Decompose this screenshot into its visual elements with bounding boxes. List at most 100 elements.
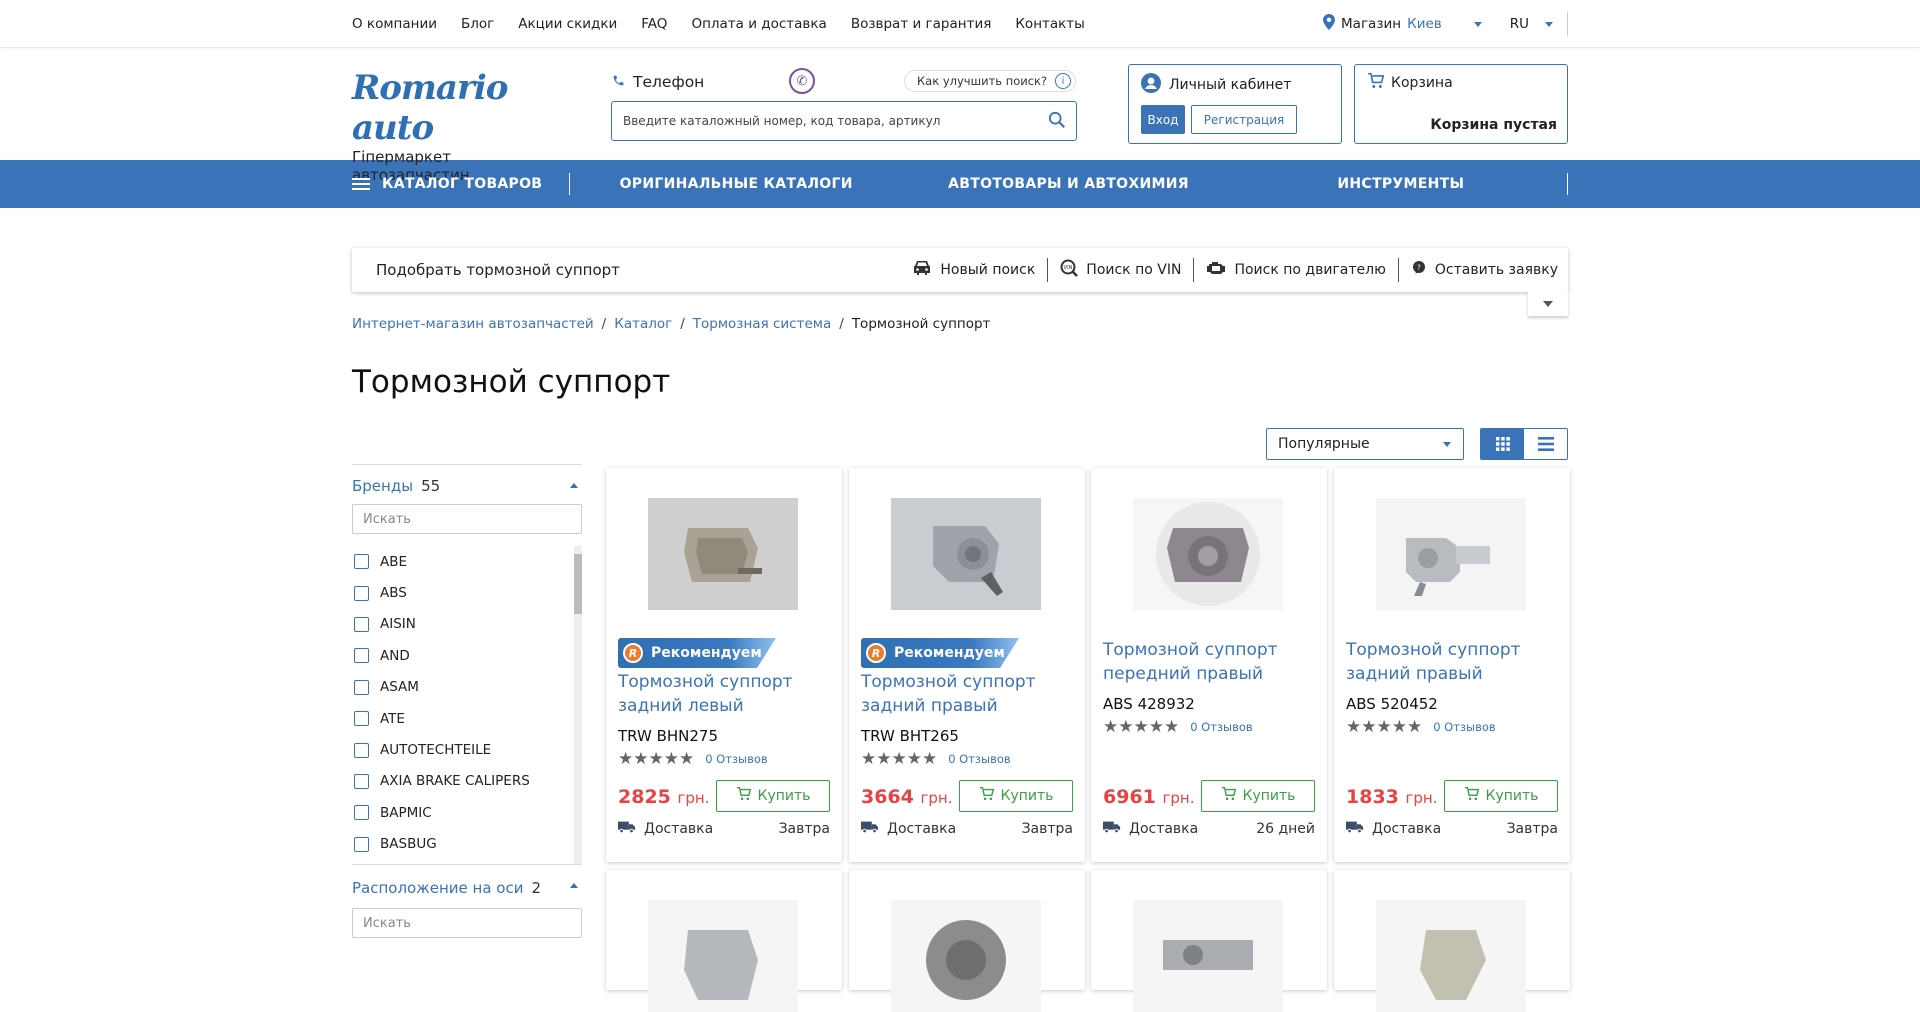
list-view-button[interactable]	[1524, 429, 1567, 459]
register-button[interactable]: Регистрация	[1191, 105, 1297, 134]
product-image[interactable]	[891, 900, 1041, 1012]
brand-option[interactable]: BASBUG	[352, 829, 582, 860]
checkbox[interactable]	[354, 679, 369, 695]
breadcrumb-home[interactable]: Интернет-магазин автозапчастей	[352, 316, 594, 332]
store-selector[interactable]: Магазин Киев	[1323, 14, 1496, 34]
cart-box[interactable]: Корзина Корзина пустая	[1354, 64, 1568, 144]
search-icon[interactable]	[1048, 111, 1066, 133]
cart-icon	[1221, 786, 1237, 805]
product-image[interactable]	[891, 498, 1041, 610]
vin-search-button[interactable]: VIN Поиск по VIN	[1048, 258, 1195, 282]
viber-icon[interactable]: ✆	[789, 68, 815, 94]
axis-filter-label: Расположение на оси	[352, 879, 524, 897]
brand-option[interactable]: AXIA BRAKE CALIPERS	[352, 766, 582, 797]
top-link-payment[interactable]: Оплата и доставка	[691, 16, 826, 32]
product-image[interactable]	[1133, 498, 1283, 610]
top-link-about[interactable]: О компании	[352, 16, 437, 32]
breadcrumb-catalog[interactable]: Каталог	[614, 316, 672, 332]
checkbox[interactable]	[354, 836, 369, 852]
top-link-returns[interactable]: Возврат и гарантия	[851, 16, 992, 32]
buy-button[interactable]: Купить	[959, 780, 1073, 812]
product-name[interactable]: Тормозной суппорт задний левый	[618, 670, 828, 718]
product-card[interactable]	[1091, 870, 1327, 1012]
brand-option[interactable]: ATE	[352, 703, 582, 734]
reviews-link[interactable]: 0 Отзывов	[705, 752, 768, 766]
product-price: 1833 грн.	[1346, 786, 1438, 808]
reviews-link[interactable]: 0 Отзывов	[948, 752, 1011, 766]
engine-search-label: Поиск по двигателю	[1234, 262, 1386, 278]
picker-expand-button[interactable]	[1528, 292, 1568, 316]
nav-tools[interactable]: ИНСТРУМЕНТЫ	[1235, 176, 1567, 192]
brand-option[interactable]: ABE	[352, 546, 582, 577]
new-search-button[interactable]: Новый поиск	[900, 258, 1049, 282]
checkbox[interactable]	[354, 554, 369, 570]
product-card[interactable]: Тормозной суппорт передний правый ABS 42…	[1091, 468, 1327, 862]
product-card[interactable]: R Рекомендуем Тормозной суппорт задний пр…	[849, 468, 1085, 862]
top-link-blog[interactable]: Блог	[461, 16, 494, 32]
brands-filter-header[interactable]: Бренды 55	[352, 464, 582, 504]
car-icon	[912, 260, 932, 280]
nav-catalog[interactable]: КАТАЛОГ ТОВАРОВ	[352, 173, 570, 195]
brands-scrollbar[interactable]	[574, 546, 582, 864]
brand-option[interactable]: ABS	[352, 577, 582, 608]
brand-option[interactable]: ASAM	[352, 672, 582, 703]
axis-filter-header[interactable]: Расположение на оси 2	[352, 864, 582, 908]
product-sku: ABS 428932	[1103, 695, 1195, 713]
logo-text: Romario auto	[352, 68, 508, 148]
buy-button[interactable]: Купить	[1201, 780, 1315, 812]
brand-search-input[interactable]: Искать	[352, 504, 582, 534]
phone-dropdown[interactable]: Телефон	[612, 73, 704, 91]
brand-option[interactable]: BAPMIC	[352, 797, 582, 828]
product-image[interactable]	[1376, 498, 1526, 610]
top-link-faq[interactable]: FAQ	[641, 16, 667, 32]
search-help-link[interactable]: Как улучшить поиск? i	[904, 70, 1076, 92]
checkbox[interactable]	[354, 648, 369, 664]
product-name[interactable]: Тормозной суппорт передний правый	[1103, 638, 1313, 686]
axis-search-input[interactable]: Искать	[352, 908, 582, 938]
leave-request-button[interactable]: ? Оставить заявку	[1399, 258, 1568, 282]
checkbox[interactable]	[354, 585, 369, 601]
product-card[interactable]	[1334, 870, 1570, 1012]
nav-original-catalogs[interactable]: ОРИГИНАЛЬНЫЕ КАТАЛОГИ	[570, 176, 902, 192]
checkbox[interactable]	[354, 742, 369, 758]
product-image[interactable]	[1376, 900, 1526, 1012]
scrollbar-thumb[interactable]	[574, 554, 582, 614]
checkbox[interactable]	[354, 805, 369, 821]
product-card[interactable]: R Рекомендуем Тормозной суппорт задний ле…	[606, 468, 842, 862]
delivery-label: Доставка	[887, 821, 957, 837]
sort-select[interactable]: Популярные	[1266, 428, 1464, 460]
checkbox[interactable]	[354, 616, 369, 632]
product-image[interactable]	[1133, 900, 1283, 1012]
checkbox[interactable]	[354, 711, 369, 727]
search-help-text: Как улучшить поиск?	[917, 74, 1048, 88]
product-name[interactable]: Тормозной суппорт задний правый	[861, 670, 1071, 718]
language-selector[interactable]: RU	[1496, 12, 1568, 36]
checkbox[interactable]	[354, 773, 369, 789]
reviews-link[interactable]: 0 Отзывов	[1190, 720, 1253, 734]
nav-auto-goods[interactable]: АВТОТОВАРЫ И АВТОХИМИЯ	[902, 176, 1234, 192]
brand-option[interactable]: AND	[352, 640, 582, 671]
buy-label: Купить	[757, 788, 811, 804]
grid-view-button[interactable]	[1481, 429, 1524, 459]
top-link-promo[interactable]: Акции скидки	[518, 16, 617, 32]
brand-option[interactable]: AISIN	[352, 609, 582, 640]
top-link-contacts[interactable]: Контакты	[1015, 16, 1084, 32]
sort-value: Популярные	[1278, 436, 1370, 452]
product-image[interactable]	[648, 498, 798, 610]
buy-button[interactable]: Купить	[1444, 780, 1558, 812]
buy-button[interactable]: Купить	[716, 780, 830, 812]
login-button[interactable]: Вход	[1141, 105, 1185, 134]
delivery-info: Доставка Завтра	[1346, 820, 1558, 838]
picker-title: Подобрать тормозной суппорт	[376, 261, 620, 279]
product-card[interactable]	[606, 870, 842, 1012]
reviews-link[interactable]: 0 Отзывов	[1433, 720, 1496, 734]
search-input[interactable]	[612, 102, 1032, 140]
brand-option[interactable]: AUTOTECHTEILE	[352, 734, 582, 765]
product-card[interactable]	[849, 870, 1085, 1012]
product-card[interactable]: Тормозной суппорт задний правый ABS 5204…	[1334, 468, 1570, 862]
delivery-info: Доставка Завтра	[861, 820, 1073, 838]
product-image[interactable]	[648, 900, 798, 1012]
breadcrumb-brake-system[interactable]: Тормозная система	[693, 316, 831, 332]
engine-search-button[interactable]: Поиск по двигателю	[1194, 258, 1399, 282]
product-name[interactable]: Тормозной суппорт задний правый	[1346, 638, 1556, 686]
